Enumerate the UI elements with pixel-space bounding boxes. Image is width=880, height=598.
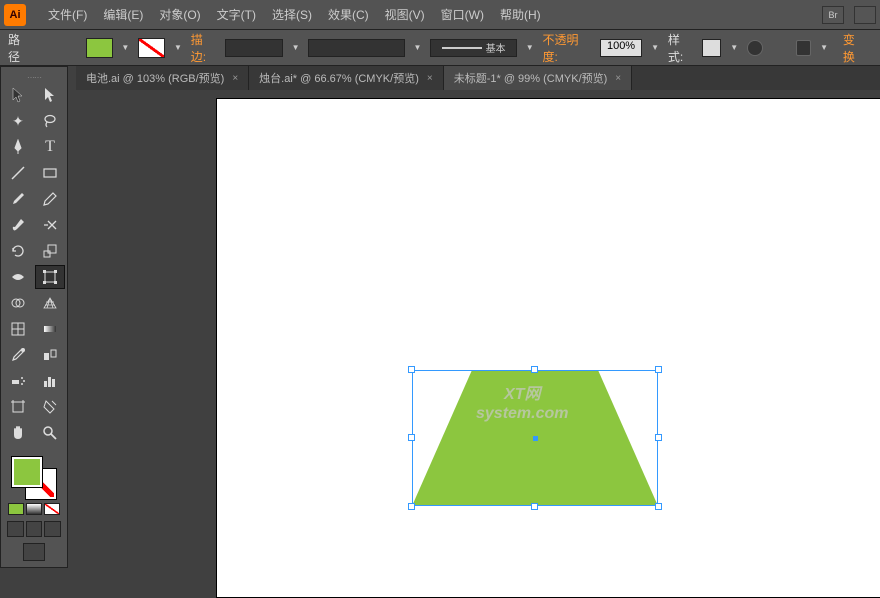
lasso-tool[interactable] <box>35 109 65 133</box>
stroke-weight-input[interactable] <box>225 39 283 57</box>
stroke-dropdown[interactable]: ▼ <box>173 39 183 57</box>
brush-definition[interactable]: 基本 <box>430 39 517 57</box>
perspective-grid-tool[interactable] <box>35 291 65 315</box>
opacity-dropdown[interactable]: ▼ <box>650 39 660 57</box>
paintbrush-tool[interactable] <box>3 187 33 211</box>
free-transform-tool[interactable] <box>35 265 65 289</box>
direct-selection-tool[interactable] <box>35 83 65 107</box>
align-dropdown[interactable]: ▼ <box>819 39 829 57</box>
doctab-0[interactable]: 电池.ai @ 103% (RGB/预览) × <box>76 66 249 90</box>
opacity-input[interactable]: 100% <box>600 39 642 57</box>
type-tool[interactable]: T <box>35 135 65 159</box>
screen-mode[interactable] <box>23 543 45 561</box>
doctab-0-label: 电池.ai @ 103% (RGB/预览) <box>86 70 224 86</box>
selection-bounding-box <box>412 370 658 506</box>
doctab-2[interactable]: 未标题-1* @ 99% (CMYK/预览) × <box>444 66 632 90</box>
artboard-tool[interactable] <box>3 395 33 419</box>
variable-width-profile[interactable] <box>308 39 404 57</box>
brush-dropdown[interactable]: ▼ <box>525 39 535 57</box>
handle-top-mid[interactable] <box>531 366 538 373</box>
path-label: 路径 <box>8 31 31 65</box>
doctab-0-close[interactable]: × <box>232 73 238 84</box>
selection-tool[interactable] <box>3 83 33 107</box>
opacity-label: 不透明度: <box>542 31 591 65</box>
pen-tool[interactable] <box>3 135 33 159</box>
blend-tool[interactable] <box>35 343 65 367</box>
doctab-1[interactable]: 烛台.ai* @ 66.67% (CMYK/预览) × <box>249 66 444 90</box>
menu-select[interactable]: 选择(S) <box>264 6 320 23</box>
bridge-icon[interactable]: Br <box>822 6 844 24</box>
style-label: 样式: <box>668 31 694 65</box>
hand-tool[interactable] <box>3 421 33 445</box>
optionsbar: 路径 ▼ ▼ 描边: ▼ ▼ 基本 ▼ 不透明度: 100% ▼ 样式: ▼ ▼… <box>0 30 880 66</box>
handle-top-left[interactable] <box>408 366 415 373</box>
menu-window[interactable]: 窗口(W) <box>433 6 492 23</box>
app-logo: Ai <box>4 4 26 26</box>
stroke-weight-dropdown[interactable]: ▼ <box>291 39 301 57</box>
slice-tool[interactable] <box>35 395 65 419</box>
recolor-icon[interactable] <box>747 40 762 56</box>
style-swatch[interactable] <box>702 39 721 57</box>
color-section <box>3 453 65 565</box>
rotate-tool[interactable] <box>3 239 33 263</box>
eraser-tool[interactable] <box>35 213 65 237</box>
menu-help[interactable]: 帮助(H) <box>492 6 549 23</box>
doctab-2-label: 未标题-1* @ 99% (CMYK/预览) <box>454 70 608 86</box>
menu-type[interactable]: 文字(T) <box>209 6 264 23</box>
transform-button[interactable]: 变换 <box>837 31 872 65</box>
arrange-docs-icon[interactable] <box>854 6 876 24</box>
brush-basic-label: 基本 <box>486 40 506 55</box>
draw-inside[interactable] <box>44 521 61 537</box>
artboard[interactable] <box>216 98 880 598</box>
menu-file[interactable]: 文件(F) <box>40 6 95 23</box>
profile-dropdown[interactable]: ▼ <box>413 39 423 57</box>
draw-behind[interactable] <box>26 521 43 537</box>
column-graph-tool[interactable] <box>35 369 65 393</box>
selection-center[interactable] <box>533 436 538 441</box>
toolbox-grip[interactable] <box>3 73 65 79</box>
menu-object[interactable]: 对象(O) <box>151 6 208 23</box>
handle-bottom-mid[interactable] <box>531 503 538 510</box>
magic-wand-tool[interactable]: ✦ <box>3 109 33 133</box>
zoom-tool[interactable] <box>35 421 65 445</box>
doctab-1-close[interactable]: × <box>427 73 433 84</box>
shape-builder-tool[interactable] <box>3 291 33 315</box>
gradient-tool[interactable] <box>35 317 65 341</box>
menu-edit[interactable]: 编辑(E) <box>95 6 151 23</box>
fill-color-swatch[interactable] <box>12 457 42 487</box>
blob-brush-tool[interactable] <box>3 213 33 237</box>
document-tabs: 电池.ai @ 103% (RGB/预览) × 烛台.ai* @ 66.67% … <box>76 66 880 90</box>
rectangle-tool[interactable] <box>35 161 65 185</box>
color-mode-gradient[interactable] <box>26 503 42 515</box>
doctab-1-label: 烛台.ai* @ 66.67% (CMYK/预览) <box>259 70 419 86</box>
style-dropdown[interactable]: ▼ <box>729 39 739 57</box>
handle-bottom-right[interactable] <box>655 503 662 510</box>
menu-effect[interactable]: 效果(C) <box>320 6 377 23</box>
handle-bottom-left[interactable] <box>408 503 415 510</box>
width-tool[interactable] <box>3 265 33 289</box>
fill-dropdown[interactable]: ▼ <box>121 39 131 57</box>
draw-normal[interactable] <box>7 521 24 537</box>
stroke-label: 描边: <box>191 31 217 65</box>
align-icon[interactable] <box>796 40 811 56</box>
color-mode-none[interactable] <box>44 503 60 515</box>
mesh-tool[interactable] <box>3 317 33 341</box>
doctab-2-close[interactable]: × <box>615 73 621 84</box>
handle-mid-right[interactable] <box>655 434 662 441</box>
eyedropper-tool[interactable] <box>3 343 33 367</box>
stroke-swatch[interactable] <box>138 38 165 58</box>
fill-swatch[interactable] <box>86 38 113 58</box>
toolbox: ✦ T <box>0 66 68 568</box>
line-tool[interactable] <box>3 161 33 185</box>
color-mode-solid[interactable] <box>8 503 24 515</box>
menu-view[interactable]: 视图(V) <box>377 6 433 23</box>
menubar: Ai 文件(F) 编辑(E) 对象(O) 文字(T) 选择(S) 效果(C) 视… <box>0 0 880 30</box>
pencil-tool[interactable] <box>35 187 65 211</box>
handle-top-right[interactable] <box>655 366 662 373</box>
handle-mid-left[interactable] <box>408 434 415 441</box>
canvas-area[interactable]: XT网 system.com <box>76 90 880 598</box>
symbol-sprayer-tool[interactable] <box>3 369 33 393</box>
scale-tool[interactable] <box>35 239 65 263</box>
